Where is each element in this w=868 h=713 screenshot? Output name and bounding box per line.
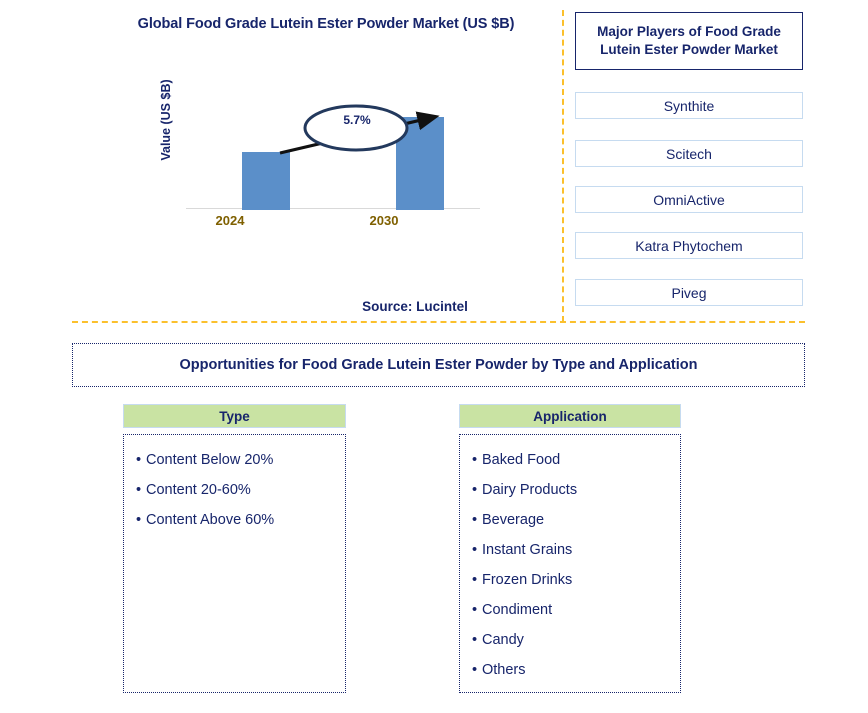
list-item-label: Candy	[482, 632, 524, 648]
bullet-icon: •	[472, 632, 478, 648]
bullet-icon: •	[472, 602, 478, 618]
bullet-icon: •	[472, 482, 478, 498]
x-tick-label-2030: 2030	[369, 213, 399, 228]
player-row[interactable]: Katra Phytochem	[575, 232, 803, 259]
player-label: Scitech	[666, 145, 712, 162]
list-item-label: Instant Grains	[482, 542, 573, 558]
major-players-header-line2: Lutein Ester Powder Market	[600, 42, 778, 57]
major-players-header-line1: Major Players of Food Grade	[597, 23, 781, 39]
player-row[interactable]: OmniActive	[575, 186, 803, 213]
source-label: Source: Lucintel	[362, 299, 468, 314]
list-item: • Dairy Products	[472, 475, 680, 505]
bullet-icon: •	[136, 452, 142, 468]
bullet-icon: •	[472, 662, 478, 678]
player-label: Katra Phytochem	[635, 237, 743, 254]
column-header-application: Application	[459, 404, 681, 428]
list-item: • Content Below 20%	[136, 445, 345, 475]
vertical-divider	[562, 10, 564, 322]
cagr-value-label: 5.7%	[343, 113, 371, 127]
list-item-label: Baked Food	[482, 452, 561, 468]
chart-title: Global Food Grade Lutein Ester Powder Ma…	[137, 16, 515, 32]
player-label: Piveg	[671, 284, 707, 301]
bullet-icon: •	[472, 452, 478, 468]
list-item: • Instant Grains	[472, 535, 680, 565]
list-item: • Candy	[472, 625, 680, 655]
bar-chart: Value (US $B) 5.7% 2024 2030	[150, 79, 480, 240]
bullet-icon: •	[136, 512, 142, 528]
player-row[interactable]: Piveg	[575, 279, 803, 306]
list-item: • Others	[472, 655, 680, 685]
type-list-box: • Content Below 20% • Content 20-60% • Cont…	[123, 434, 346, 693]
infographic-page: Global Food Grade Lutein Ester Powder Ma…	[0, 0, 868, 713]
list-item: • Content Above 60%	[136, 505, 345, 535]
horizontal-divider	[72, 321, 805, 323]
major-players-header: Major Players of Food Grade Lutein Ester…	[575, 12, 803, 70]
list-item-label: Dairy Products	[482, 482, 578, 498]
list-item: • Beverage	[472, 505, 680, 535]
bullet-icon: •	[136, 482, 142, 498]
plot-area: 5.7%	[186, 95, 480, 210]
player-row[interactable]: Scitech	[575, 140, 803, 167]
column-header-type: Type	[123, 404, 346, 428]
player-row[interactable]: Synthite	[575, 92, 803, 119]
list-item-label: Condiment	[482, 602, 553, 618]
x-tick-label-2024: 2024	[215, 213, 245, 228]
list-item: • Condiment	[472, 595, 680, 625]
list-item-label: Beverage	[482, 512, 545, 528]
list-item-label: Content 20-60%	[146, 482, 251, 498]
bullet-icon: •	[472, 542, 478, 558]
player-label: OmniActive	[653, 191, 725, 208]
list-item-label: Content Below 20%	[146, 452, 274, 468]
list-item: • Baked Food	[472, 445, 680, 475]
list-item-label: Frozen Drinks	[482, 572, 573, 588]
application-list-box: • Baked Food • Dairy Products • Beverage • I…	[459, 434, 681, 693]
player-label: Synthite	[663, 97, 715, 114]
bullet-icon: •	[472, 512, 478, 528]
list-item: • Content 20-60%	[136, 475, 345, 505]
y-axis-label: Value (US $B)	[159, 79, 173, 161]
list-item: • Frozen Drinks	[472, 565, 680, 595]
list-item-label: Others	[482, 662, 526, 678]
bullet-icon: •	[472, 572, 478, 588]
list-item-label: Content Above 60%	[146, 512, 275, 528]
opportunities-banner: Opportunities for Food Grade Lutein Este…	[72, 343, 805, 387]
